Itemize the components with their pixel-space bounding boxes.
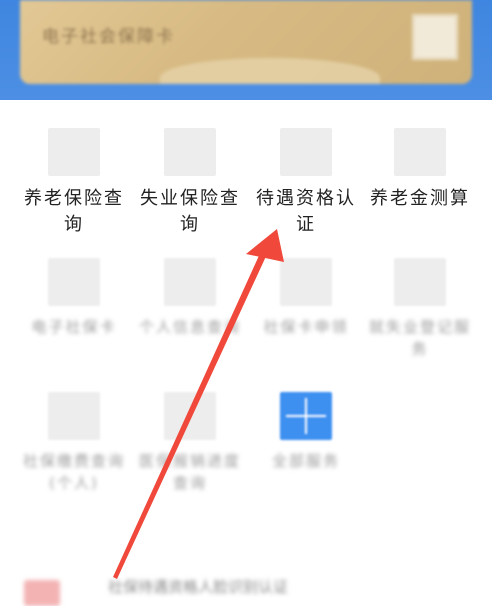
payment-query-icon [48, 392, 100, 440]
bottom-banner[interactable]: 社保待遇资格人脸识别认证 [18, 570, 478, 606]
card-title: 电子社会保障卡 [42, 27, 175, 47]
qr-code-icon[interactable] [412, 14, 458, 60]
service-label: 医保报销进度查询 [138, 452, 241, 492]
service-pension-query[interactable]: 养老保险查询 [16, 128, 132, 238]
service-label: 失业保险查询 [140, 188, 240, 235]
card-decoration [160, 58, 380, 84]
pension-query-icon [48, 128, 100, 176]
service-pension-calculator[interactable]: 养老金测算 [362, 128, 478, 212]
service-label: 社保卡申领 [263, 318, 349, 336]
service-payment-query[interactable]: 社保缴费查询(个人) [16, 392, 132, 494]
banner-badge-icon [24, 580, 60, 606]
service-medical-reimbursement[interactable]: 医保报销进度查询 [132, 392, 248, 494]
service-label: 全部服务 [271, 452, 340, 470]
card-apply-icon [280, 258, 332, 306]
service-employment-registration[interactable]: 就失业登记服务 [362, 258, 478, 360]
app-screen: 电子社会保障卡 养老保险查询 失业保险查询 待遇资格认证 养老金测算 电子社保卡… [0, 0, 492, 606]
service-all-services[interactable]: 全部服务 [248, 392, 364, 472]
service-label: 个人信息查询 [138, 318, 241, 336]
personal-info-icon [164, 258, 216, 306]
service-label: 就失业登记服务 [368, 318, 471, 358]
service-e-social-card[interactable]: 电子社保卡 [16, 258, 132, 338]
service-label: 电子社保卡 [31, 318, 117, 336]
medical-reimbursement-icon [164, 392, 216, 440]
all-services-grid-icon [280, 392, 332, 440]
service-label: 养老保险查询 [24, 188, 124, 235]
e-social-card-icon [48, 258, 100, 306]
service-label: 待遇资格认证 [256, 188, 356, 235]
benefit-qualification-icon [280, 128, 332, 176]
pension-calculator-icon [394, 128, 446, 176]
service-label: 养老金测算 [370, 188, 470, 209]
banner-text: 社保待遇资格人脸识别认证 [108, 578, 289, 596]
employment-registration-icon [394, 258, 446, 306]
service-unemployment-query[interactable]: 失业保险查询 [132, 128, 248, 238]
service-benefit-qualification[interactable]: 待遇资格认证 [248, 128, 364, 238]
social-security-card[interactable]: 电子社会保障卡 [20, 0, 472, 84]
service-personal-info[interactable]: 个人信息查询 [132, 258, 248, 338]
unemployment-query-icon [164, 128, 216, 176]
header-band: 电子社会保障卡 [0, 0, 492, 100]
service-label: 社保缴费查询(个人) [22, 452, 125, 492]
service-card-apply[interactable]: 社保卡申领 [248, 258, 364, 338]
